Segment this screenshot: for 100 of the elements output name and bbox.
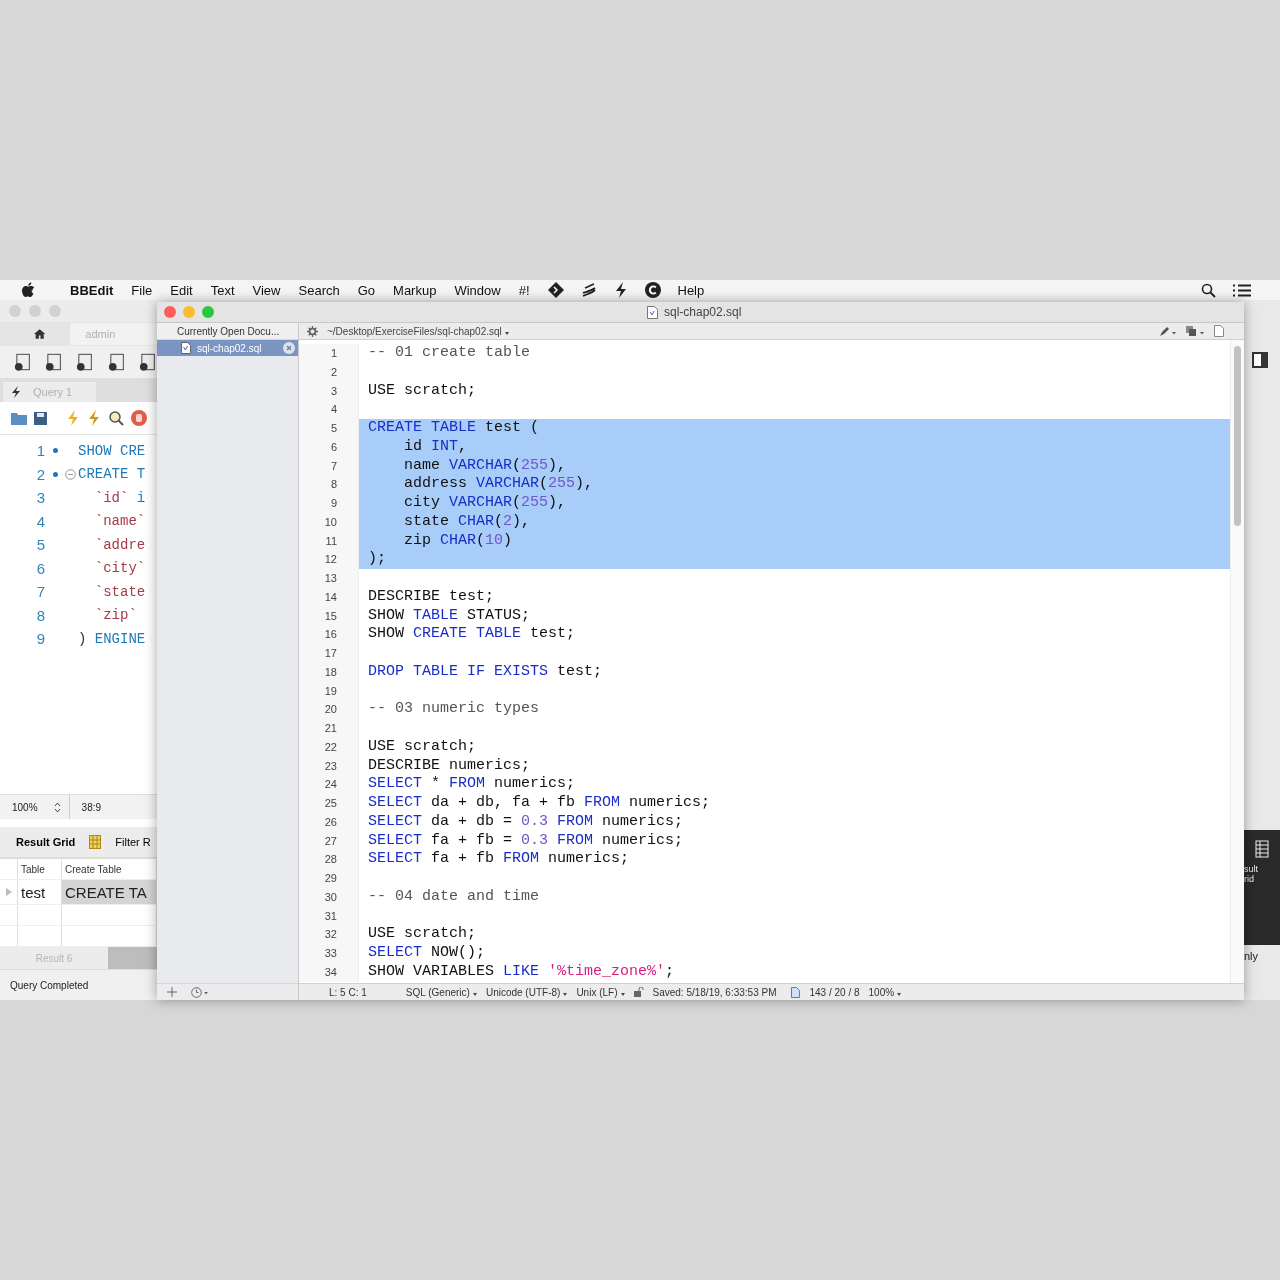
menu-item[interactable]: File [131, 282, 153, 298]
code-line: `state [93, 583, 146, 600]
code-line: SELECT fa + fb = 0.3 FROM numerics; [367, 831, 685, 851]
line-number: 2 [35, 465, 45, 483]
line-number: 25 [299, 794, 359, 813]
code-line: -- 04 date and time [367, 887, 541, 907]
line-number: 1 [35, 442, 45, 460]
code-line: SELECT * FROM numerics; [367, 775, 577, 794]
line-number: 1 [299, 344, 359, 363]
code-line: `name` [93, 513, 146, 530]
option-label: nly [1244, 950, 1259, 962]
code-line: SHOW CREATE TABLE test; [367, 625, 577, 644]
code-line: -- 03 numeric types [367, 700, 541, 719]
code-line: SHOW VARIABLES LIKE '%time_zone%'; [367, 962, 676, 982]
menu-item[interactable]: Help [677, 282, 705, 298]
menu-item[interactable]: View [252, 282, 281, 298]
stop-icon[interactable] [131, 410, 147, 426]
code-line: SELECT fa + fb FROM numerics; [367, 850, 631, 869]
code-line: `city` [93, 560, 146, 577]
code-line: DESCRIBE test; [367, 587, 496, 607]
apple-icon[interactable] [21, 282, 35, 298]
code-line: USE scratch; [367, 737, 478, 757]
code-line: `addre [93, 536, 146, 553]
pen-icon[interactable] [1159, 325, 1177, 337]
menu-item[interactable]: #! [518, 282, 530, 298]
toolbar-icon[interactable] [137, 352, 157, 372]
circle-c-icon[interactable] [644, 282, 661, 298]
menu-item[interactable]: Window [454, 282, 501, 298]
filter-label: Filter R [115, 836, 151, 848]
code-line: SHOW CRE [78, 442, 146, 459]
menu-item[interactable]: Search [298, 282, 340, 298]
code-line: USE scratch; [367, 381, 478, 401]
toolbar-icon[interactable] [13, 352, 33, 372]
home-icon[interactable] [34, 328, 46, 340]
line-number: 4 [35, 512, 45, 530]
add-icon[interactable] [167, 987, 177, 997]
document-icon [647, 305, 658, 319]
line-number: 8 [35, 606, 45, 624]
line-number: 32 [299, 925, 359, 944]
save-icon[interactable] [34, 411, 47, 425]
row-pointer-icon [5, 888, 12, 896]
code-line: ) ENGINE [78, 630, 146, 647]
toolbar-icon[interactable] [44, 352, 64, 372]
list-icon[interactable] [1233, 283, 1251, 297]
menu-item[interactable]: Go [357, 282, 376, 298]
line-number: 9 [299, 494, 359, 513]
encoding-menu[interactable]: Unicode (UTF-8) [485, 986, 568, 998]
line-number: 21 [299, 719, 359, 738]
diamond-icon[interactable] [547, 282, 564, 298]
menu-item[interactable]: Edit [170, 282, 193, 298]
panel-toggle-icon[interactable] [1252, 352, 1268, 368]
line-number: 28 [299, 850, 359, 869]
line-number: 20 [299, 700, 359, 719]
code-line: `id` i [93, 489, 146, 506]
line-endings-menu[interactable]: Unix (LF) [576, 986, 625, 998]
window-title: sql-chap02.sql [664, 305, 742, 319]
close-icon[interactable] [283, 342, 295, 354]
code-line: -- 01 create table [367, 344, 532, 363]
zoom-stepper[interactable]: 100% [0, 795, 70, 819]
line-number: 5 [35, 536, 45, 554]
column-header[interactable]: Table [18, 859, 62, 879]
code-line: SHOW TABLE STATUS; [367, 606, 532, 626]
line-number: 9 [35, 630, 45, 648]
menu-item[interactable]: Markup [393, 282, 437, 298]
cursor-position: L: 5 C: 1 [329, 986, 367, 998]
scrollbar-thumb[interactable] [1234, 346, 1241, 526]
line-number: 29 [299, 869, 359, 888]
line-number: 24 [299, 775, 359, 794]
menu-item[interactable]: Text [210, 282, 235, 298]
panel-label: sult rid [1244, 864, 1258, 884]
document-icon[interactable] [791, 986, 801, 998]
result-grid-label[interactable]: Result Grid [16, 836, 76, 848]
search-icon[interactable] [1201, 282, 1216, 298]
line-number: 5 [299, 419, 359, 438]
language-menu[interactable]: SQL (Generic) [405, 986, 477, 998]
stack-icon[interactable] [1186, 325, 1205, 337]
toolbar-icon[interactable] [106, 352, 126, 372]
menu-item[interactable]: BBEdit [70, 282, 114, 298]
code-line: SELECT da + db = 0.3 FROM numerics; [367, 812, 685, 832]
fold-icon[interactable] [65, 468, 76, 480]
line-number: 8 [299, 475, 359, 494]
lightning-icon [11, 386, 21, 398]
clock-icon[interactable] [191, 986, 209, 998]
file-path-menu[interactable]: ~/Desktop/ExerciseFiles/sql-chap02.sql [327, 325, 509, 337]
zoom-menu[interactable]: 100% [868, 986, 902, 998]
squiggle-icon[interactable] [580, 282, 597, 298]
unlocked-icon[interactable] [633, 987, 644, 997]
line-number: 13 [299, 569, 359, 588]
code-line: DROP TABLE IF EXISTS test; [367, 662, 604, 682]
toolbar-icon[interactable] [75, 352, 95, 372]
lightning-icon[interactable] [613, 282, 628, 298]
line-number: 17 [299, 644, 359, 663]
line-number: 12 [299, 550, 359, 569]
line-number: 6 [35, 559, 45, 577]
magnifier-icon[interactable] [108, 410, 124, 426]
document-icon [181, 342, 191, 354]
document-icon[interactable] [1214, 325, 1224, 337]
gear-icon[interactable] [307, 325, 318, 337]
code-line: `zip` [93, 607, 137, 624]
folder-icon[interactable] [11, 411, 27, 425]
